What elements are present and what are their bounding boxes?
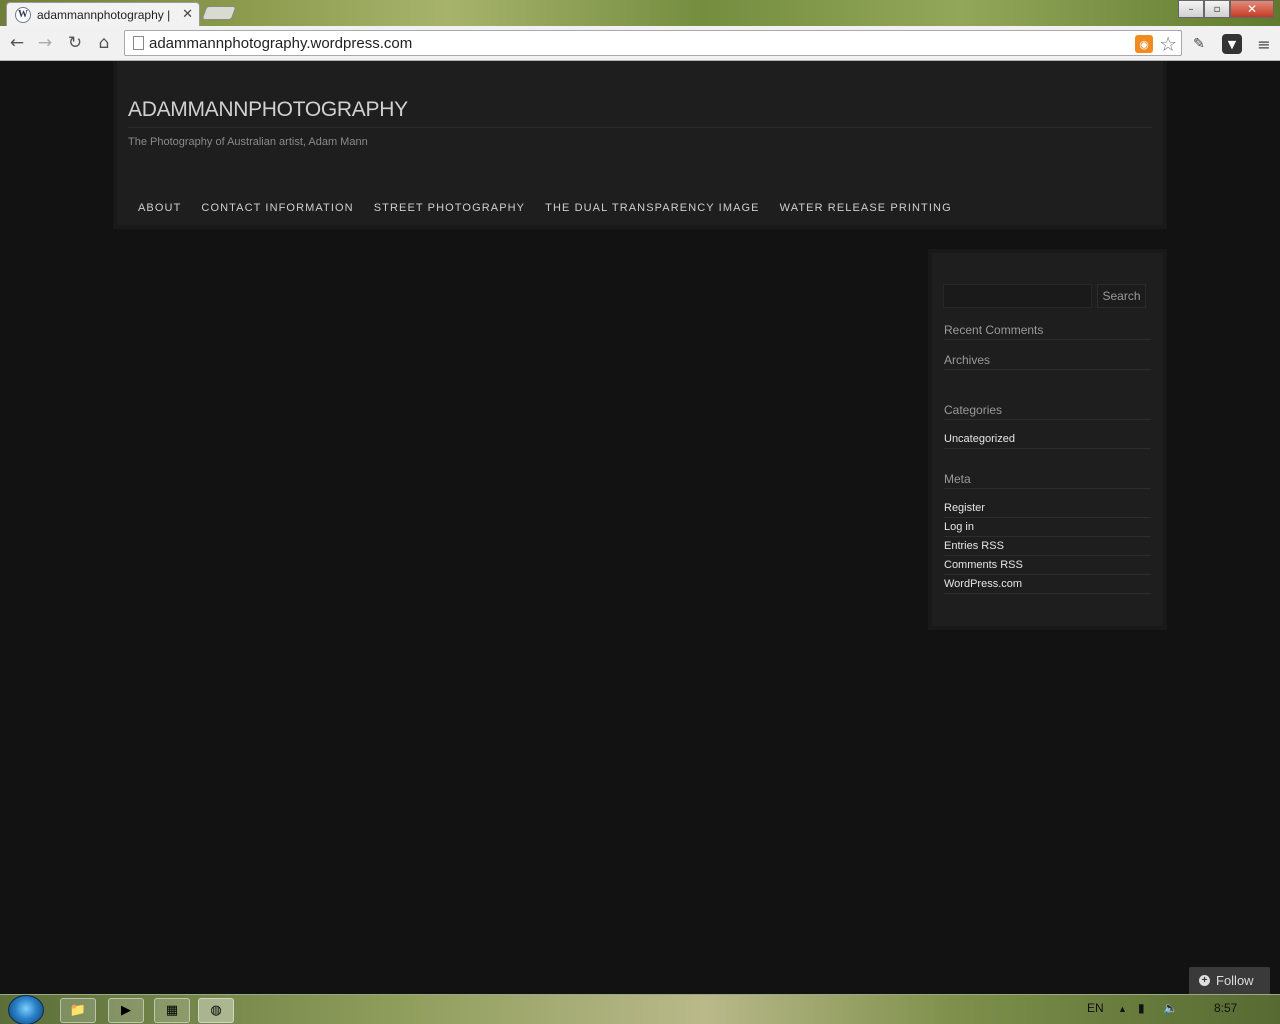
browser-titlebar: W adammannphotography | ✕ – ▫ ✕ <box>0 0 1280 26</box>
wordpress-favicon-icon: W <box>15 6 31 23</box>
plus-icon: + <box>1199 975 1210 986</box>
calculator-icon[interactable]: ▦ <box>154 998 190 1023</box>
meta-link-register[interactable]: Register <box>944 502 985 514</box>
browser-tab[interactable]: W adammannphotography | ✕ <box>6 2 200 26</box>
nav-water-release-printing[interactable]: WATER RELEASE PRINTING <box>780 202 952 214</box>
window-controls: – ▫ ✕ <box>1178 0 1274 18</box>
nav-street-photography[interactable]: STREET PHOTOGRAPHY <box>374 202 525 214</box>
nav-contact-information[interactable]: CONTACT INFORMATION <box>201 202 353 214</box>
search-button[interactable]: Search <box>1097 284 1146 308</box>
menu-icon[interactable]: ≡ <box>1254 34 1274 54</box>
meta-link-wordpress[interactable]: WordPress.com <box>944 578 1022 590</box>
home-icon[interactable]: ⌂ <box>93 33 115 53</box>
nav-about[interactable]: ABOUT <box>138 202 181 214</box>
tab-title: adammannphotography | <box>37 7 171 22</box>
meta-heading: Meta <box>944 472 971 486</box>
browser-toolbar: ← → ↻ ⌂ adammannphotography.wordpress.co… <box>0 26 1280 61</box>
title-divider <box>128 127 1152 128</box>
maximize-button[interactable]: ▫ <box>1204 0 1230 18</box>
file-explorer-icon[interactable]: 📁 <box>60 998 96 1023</box>
minimize-button[interactable]: – <box>1178 0 1204 18</box>
meta-link-entries-rss[interactable]: Entries RSS <box>944 540 1004 552</box>
evernote-icon[interactable]: ✎ <box>1189 34 1209 54</box>
tray-expand-icon[interactable]: ▲ <box>1118 1004 1127 1014</box>
network-icon[interactable]: ▮ <box>1138 1001 1145 1015</box>
follow-button[interactable]: + Follow <box>1189 967 1270 994</box>
start-button[interactable] <box>8 995 44 1024</box>
tab-close-icon[interactable]: ✕ <box>182 7 193 22</box>
nav-dual-transparency-image[interactable]: THE DUAL TRANSPARENCY IMAGE <box>545 202 760 214</box>
language-indicator[interactable]: EN <box>1087 1001 1104 1015</box>
rss-icon[interactable]: ◉ <box>1135 35 1153 53</box>
divider <box>944 369 1151 370</box>
follow-label: Follow <box>1216 973 1254 988</box>
archives-heading: Archives <box>944 353 991 367</box>
reload-icon[interactable]: ↻ <box>64 33 86 53</box>
site-tagline: The Photography of Australian artist, Ad… <box>128 136 368 148</box>
media-player-icon[interactable]: ▶ <box>108 998 144 1023</box>
site-title[interactable]: ADAMMANNPHOTOGRAPHY <box>128 98 408 122</box>
meta-link-comments-rss[interactable]: Comments RSS <box>944 559 1023 571</box>
meta-link-login[interactable]: Log in <box>944 521 974 533</box>
divider <box>944 593 1151 594</box>
divider <box>944 517 1151 518</box>
pocket-icon[interactable]: ▼ <box>1222 34 1242 54</box>
url-text: adammannphotography.wordpress.com <box>149 35 413 52</box>
forward-icon[interactable]: → <box>34 33 56 53</box>
divider <box>944 448 1151 449</box>
new-tab-button[interactable] <box>201 6 237 20</box>
close-window-button[interactable]: ✕ <box>1230 0 1274 18</box>
page-icon <box>133 36 144 50</box>
taskbar: 📁 ▶ ▦ ◍ EN ▲ ▮ 🔈 8:57 <box>0 994 1280 1024</box>
search-input[interactable] <box>943 284 1092 308</box>
recent-comments-heading: Recent Comments <box>944 323 1044 337</box>
category-link-uncategorized[interactable]: Uncategorized <box>944 433 1015 445</box>
divider <box>944 555 1151 556</box>
star-icon[interactable]: ☆ <box>1159 32 1177 56</box>
divider <box>944 488 1151 489</box>
address-bar[interactable]: adammannphotography.wordpress.com ◉ ☆ <box>124 30 1182 56</box>
main-navigation: ABOUT CONTACT INFORMATION STREET PHOTOGR… <box>138 202 952 214</box>
divider <box>944 574 1151 575</box>
categories-heading: Categories <box>944 403 1003 417</box>
chrome-icon[interactable]: ◍ <box>198 998 234 1023</box>
divider <box>944 536 1151 537</box>
clock[interactable]: 8:57 <box>1214 1001 1237 1015</box>
volume-icon[interactable]: 🔈 <box>1163 1001 1178 1015</box>
sidebar: Search Recent Comments Archives Categori… <box>928 249 1167 630</box>
divider <box>944 419 1151 420</box>
divider <box>944 339 1151 340</box>
back-icon[interactable]: ← <box>6 33 28 53</box>
site-header: ADAMMANNPHOTOGRAPHY The Photography of A… <box>113 61 1167 229</box>
